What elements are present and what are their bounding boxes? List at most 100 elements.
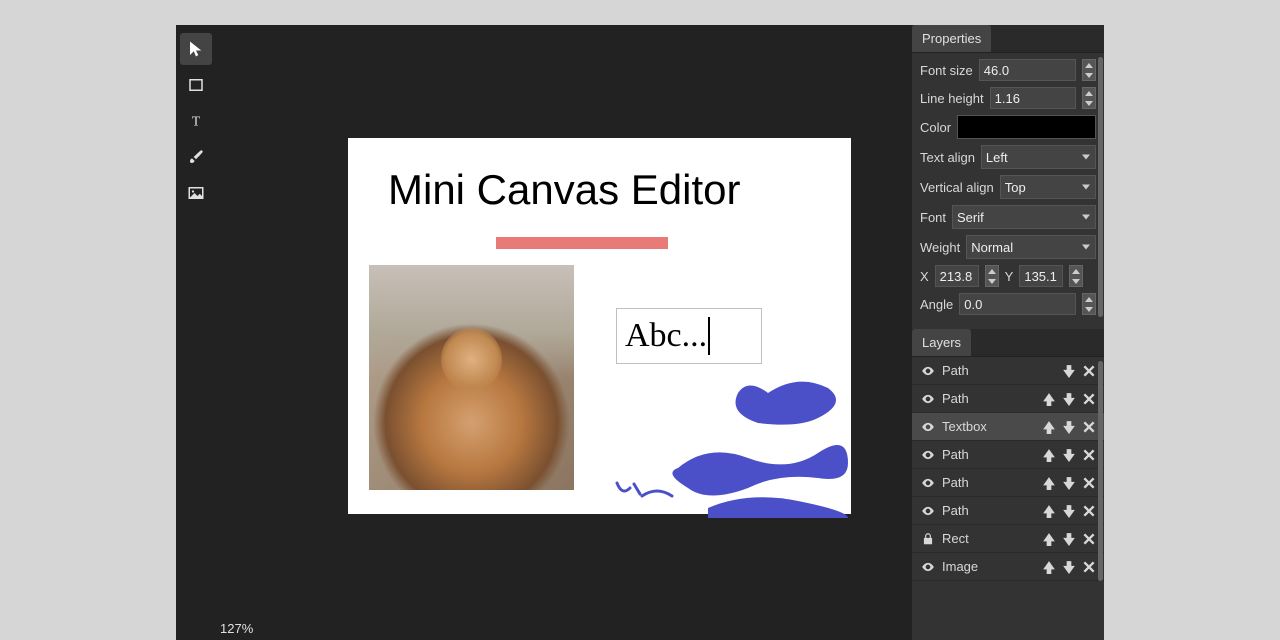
- layer-move-down[interactable]: [1062, 504, 1076, 518]
- app-frame: T Mini Canvas Editor Abc...: [176, 25, 1104, 640]
- layers-scrollbar[interactable]: [1098, 357, 1104, 640]
- color-swatch[interactable]: [957, 115, 1096, 139]
- layer-move-up[interactable]: [1042, 420, 1056, 434]
- angle-label: Angle: [920, 297, 953, 312]
- color-label: Color: [920, 120, 951, 135]
- layer-name: Textbox: [942, 419, 1036, 434]
- image-tool[interactable]: [180, 177, 212, 209]
- layers-panel: Path Path Textbox Path Path Path Rect Image: [912, 357, 1104, 640]
- layer-name: Path: [942, 363, 1036, 378]
- layer-move-up[interactable]: [1042, 560, 1056, 574]
- layer-move-up[interactable]: [1042, 392, 1056, 406]
- layer-delete[interactable]: [1082, 420, 1096, 434]
- y-input[interactable]: [1019, 265, 1063, 287]
- layer-delete[interactable]: [1082, 392, 1096, 406]
- vertical-align-select[interactable]: Top: [1000, 175, 1096, 199]
- rectangle-tool[interactable]: [180, 69, 212, 101]
- angle-stepper[interactable]: [1082, 293, 1096, 315]
- layer-move-up[interactable]: [1042, 448, 1056, 462]
- pointer-icon: [187, 40, 205, 58]
- line-height-stepper[interactable]: [1082, 87, 1096, 109]
- line-height-input[interactable]: [990, 87, 1076, 109]
- selected-textbox[interactable]: Abc...: [616, 308, 762, 364]
- eye-icon[interactable]: [920, 364, 936, 378]
- font-label: Font: [920, 210, 946, 225]
- y-stepper[interactable]: [1069, 265, 1083, 287]
- eye-icon[interactable]: [920, 504, 936, 518]
- x-input[interactable]: [935, 265, 979, 287]
- brush-tool[interactable]: [180, 141, 212, 173]
- x-stepper[interactable]: [985, 265, 999, 287]
- eye-icon[interactable]: [920, 476, 936, 490]
- layer-row[interactable]: Rect: [912, 525, 1104, 553]
- layer-move-down[interactable]: [1062, 420, 1076, 434]
- text-cursor: [708, 317, 710, 355]
- line-height-label: Line height: [920, 91, 984, 106]
- properties-scrollbar[interactable]: [1098, 53, 1104, 329]
- weight-label: Weight: [920, 240, 960, 255]
- layer-name: Image: [942, 559, 1036, 574]
- canvas[interactable]: Mini Canvas Editor Abc...: [348, 138, 851, 514]
- layer-move-up[interactable]: [1042, 476, 1056, 490]
- layer-move-up[interactable]: [1042, 532, 1056, 546]
- layer-move-down[interactable]: [1062, 364, 1076, 378]
- lock-icon[interactable]: [920, 532, 936, 546]
- properties-tab[interactable]: Properties: [912, 25, 991, 52]
- angle-input[interactable]: [959, 293, 1076, 315]
- layer-row[interactable]: Textbox: [912, 413, 1104, 441]
- layer-row[interactable]: Path: [912, 441, 1104, 469]
- layer-delete[interactable]: [1082, 532, 1096, 546]
- layer-name: Rect: [942, 531, 1036, 546]
- eye-icon[interactable]: [920, 392, 936, 406]
- layer-delete[interactable]: [1082, 448, 1096, 462]
- layer-move-down[interactable]: [1062, 392, 1076, 406]
- layer-row[interactable]: Image: [912, 553, 1104, 581]
- properties-tab-bar: Properties: [912, 25, 1104, 53]
- layer-row[interactable]: Path: [912, 385, 1104, 413]
- canvas-title-text[interactable]: Mini Canvas Editor: [388, 166, 740, 214]
- layer-move-up[interactable]: [1042, 504, 1056, 518]
- layer-move-down[interactable]: [1062, 532, 1076, 546]
- svg-text:T: T: [192, 114, 201, 129]
- layer-delete[interactable]: [1082, 560, 1096, 574]
- layer-move-down[interactable]: [1062, 448, 1076, 462]
- font-select[interactable]: Serif: [952, 205, 1096, 229]
- image-icon: [187, 184, 205, 202]
- layer-row[interactable]: Path: [912, 497, 1104, 525]
- eye-icon[interactable]: [920, 560, 936, 574]
- layer-name: Path: [942, 503, 1036, 518]
- font-size-stepper[interactable]: [1082, 59, 1096, 81]
- properties-panel: Font size Line height Color Text align L…: [912, 53, 1104, 329]
- eye-icon[interactable]: [920, 420, 936, 434]
- layer-move-down[interactable]: [1062, 560, 1076, 574]
- weight-select[interactable]: Normal: [966, 235, 1096, 259]
- cat-image[interactable]: [369, 265, 574, 490]
- text-tool[interactable]: T: [180, 105, 212, 137]
- eye-icon[interactable]: [920, 448, 936, 462]
- text-align-label: Text align: [920, 150, 975, 165]
- text-align-select[interactable]: Left: [981, 145, 1096, 169]
- zoom-level: 127%: [220, 621, 253, 636]
- layer-delete[interactable]: [1082, 364, 1096, 378]
- blue-scribble-small[interactable]: [612, 478, 682, 508]
- textbox-content: Abc...: [625, 317, 707, 355]
- layer-name: Path: [942, 391, 1036, 406]
- layers-tab-bar: Layers: [912, 329, 1104, 357]
- canvas-area[interactable]: Mini Canvas Editor Abc... 127%: [216, 25, 912, 640]
- pointer-tool[interactable]: [180, 33, 212, 65]
- layer-delete[interactable]: [1082, 504, 1096, 518]
- vertical-align-label: Vertical align: [920, 180, 994, 195]
- layer-row[interactable]: Path: [912, 357, 1104, 385]
- brush-icon: [187, 148, 205, 166]
- text-icon: T: [187, 112, 205, 130]
- sidebar: Properties Font size Line height Color T…: [912, 25, 1104, 640]
- layer-name: Path: [942, 475, 1036, 490]
- layer-name: Path: [942, 447, 1036, 462]
- layers-tab[interactable]: Layers: [912, 329, 971, 356]
- font-size-input[interactable]: [979, 59, 1076, 81]
- x-label: X: [920, 269, 929, 284]
- red-underline-path[interactable]: [496, 237, 668, 249]
- layer-row[interactable]: Path: [912, 469, 1104, 497]
- layer-move-down[interactable]: [1062, 476, 1076, 490]
- layer-delete[interactable]: [1082, 476, 1096, 490]
